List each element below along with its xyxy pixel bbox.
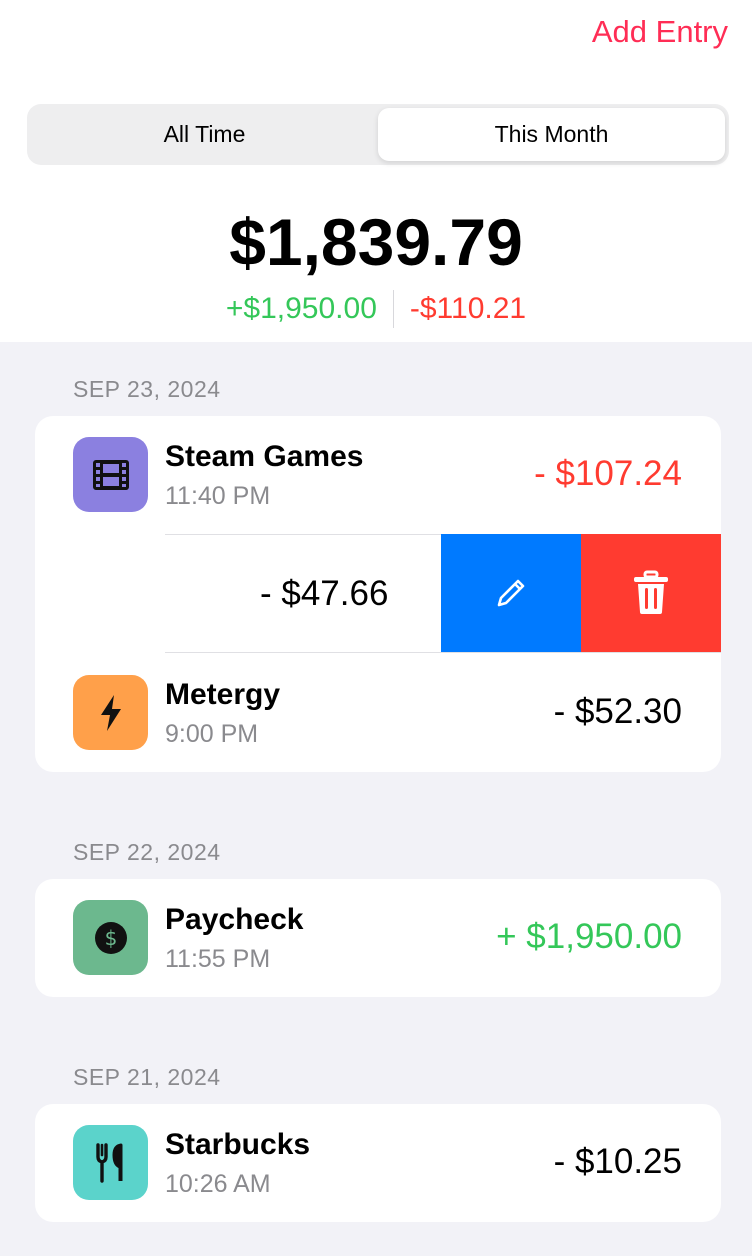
add-entry-button[interactable]: Add Entry <box>592 14 728 50</box>
transaction-time: 11:40 PM <box>165 482 271 510</box>
segment-all-time[interactable]: All Time <box>31 108 378 161</box>
transaction-row-metergy[interactable]: Metergy 9:00 PM - $52.30 <box>35 654 721 772</box>
bolt-icon <box>73 675 148 750</box>
summary-header: Add Entry All Time This Month $1,839.79 … <box>0 0 752 342</box>
transaction-card: $ Paycheck 11:55 PM + $1,950.00 <box>35 879 721 997</box>
fork-knife-icon <box>73 1125 148 1200</box>
svg-text:$: $ <box>104 926 117 950</box>
transaction-card: Starbucks 10:26 AM - $10.25 <box>35 1104 721 1222</box>
transaction-amount: - $107.24 <box>534 454 682 493</box>
transaction-time: 11:55 PM <box>165 945 271 973</box>
date-header: SEP 22, 2024 <box>73 839 221 865</box>
income-total: +$1,950.00 <box>225 292 377 325</box>
transaction-title: Metergy <box>165 678 281 711</box>
expense-total: -$110.21 <box>409 292 527 325</box>
edit-button[interactable] <box>441 534 581 652</box>
period-segmented-control: All Time This Month <box>27 104 729 165</box>
transaction-time: 10:26 AM <box>165 1170 271 1198</box>
income-expense-summary: +$1,950.00 -$110.21 <box>0 290 752 328</box>
transaction-amount: - $47.66 <box>260 574 389 613</box>
trash-icon <box>634 570 668 614</box>
transaction-time: 9:00 PM <box>165 720 259 748</box>
transaction-row-steam-games[interactable]: Steam Games 11:40 PM - $107.24 <box>35 416 721 534</box>
transaction-title: Starbucks <box>165 1128 311 1161</box>
date-header: SEP 23, 2024 <box>73 376 221 402</box>
transaction-amount: - $52.30 <box>553 692 682 731</box>
transaction-amount: + $1,950.00 <box>496 917 682 956</box>
balance-total: $1,839.79 <box>229 205 523 279</box>
transaction-card: Steam Games 11:40 PM - $107.24 - $47.66 <box>35 416 721 772</box>
pencil-icon <box>497 579 525 607</box>
segment-this-month[interactable]: This Month <box>378 108 725 161</box>
transaction-title: Paycheck <box>165 903 304 936</box>
dollar-circle-icon: $ <box>73 900 148 975</box>
transaction-amount: - $10.25 <box>553 1142 682 1181</box>
transaction-title: Steam Games <box>165 440 364 473</box>
transaction-row-starbucks[interactable]: Starbucks 10:26 AM - $10.25 <box>35 1104 721 1222</box>
date-header: SEP 21, 2024 <box>73 1064 221 1090</box>
delete-button[interactable] <box>581 534 721 652</box>
row-divider <box>165 652 721 653</box>
transaction-row-swiped[interactable]: - $47.66 <box>35 534 721 652</box>
transaction-list[interactable]: SEP 23, 2024 Steam Games 11:40 PM - $107… <box>0 342 752 1256</box>
film-icon <box>73 437 148 512</box>
transaction-row-paycheck[interactable]: $ Paycheck 11:55 PM + $1,950.00 <box>35 879 721 997</box>
